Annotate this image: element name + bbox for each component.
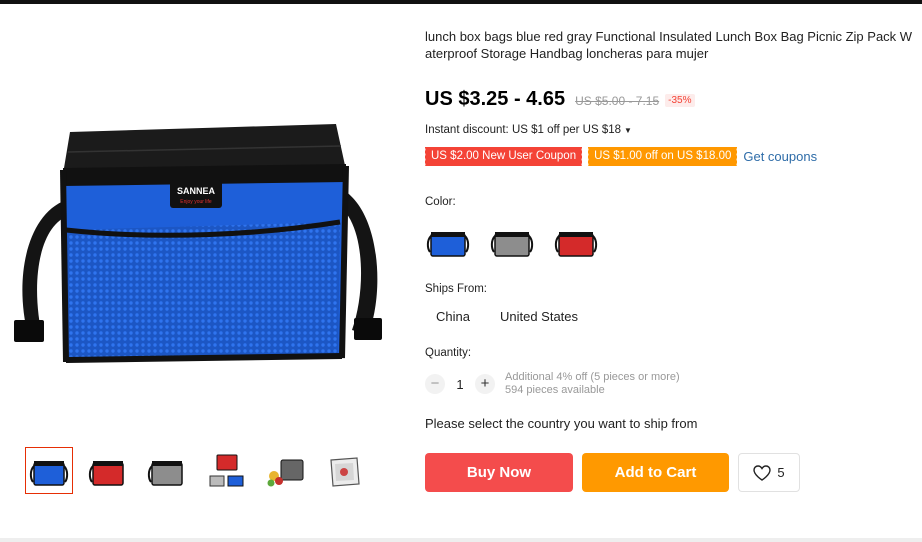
brand-tag-text: SANNEA (177, 186, 216, 196)
thumbnail-bag-set[interactable] (202, 447, 250, 494)
coupon-row: US $2.00 New User Coupon US $1.00 off on… (423, 147, 817, 166)
heart-icon (753, 464, 772, 481)
quantity-stepper: − 1 + Additional 4% off (5 pieces or mor… (425, 371, 680, 397)
instant-discount[interactable]: Instant discount: US $1 off per US $18 ▼ (425, 124, 632, 136)
quantity-plus-button[interactable]: + (475, 374, 495, 394)
wishlist-count: 5 (777, 465, 785, 480)
new-user-coupon[interactable]: US $2.00 New User Coupon (423, 147, 583, 166)
ships-from-options: China United States (425, 303, 589, 330)
bottom-divider (0, 538, 922, 542)
color-label: Color: (425, 196, 456, 208)
instant-discount-text: Instant discount: US $1 off per US $18 (425, 124, 622, 136)
store-coupon[interactable]: US $1.00 off on US $18.00 (587, 147, 738, 166)
chevron-down-icon: ▼ (624, 125, 632, 135)
main-product-image[interactable]: SANNEA Enjoy your life (8, 90, 388, 390)
top-border (0, 0, 922, 4)
buy-now-button[interactable]: Buy Now (425, 453, 573, 492)
quantity-value[interactable]: 1 (445, 377, 475, 392)
thumbnail-bag-with-food[interactable] (261, 447, 309, 494)
add-to-cart-button[interactable]: Add to Cart (582, 453, 729, 492)
wishlist-button[interactable]: 5 (738, 453, 800, 492)
quantity-label: Quantity: (425, 347, 472, 359)
current-price: US $3.25 - 4.65 (425, 88, 566, 110)
thumbnail-blue-bag[interactable] (25, 447, 73, 494)
thumbnail-clear-bag[interactable] (320, 447, 368, 494)
pieces-available: 594 pieces available (505, 384, 605, 396)
color-swatch-gray[interactable] (489, 222, 535, 264)
ship-country-notice: Please select the country you want to sh… (425, 416, 698, 431)
thumbnail-gray-bag[interactable] (143, 447, 191, 494)
action-buttons: Buy Now Add to Cart 5 (425, 453, 800, 492)
thumbnail-strip (25, 447, 368, 494)
quantity-minus-button[interactable]: − (425, 374, 445, 394)
thumbnail-red-bag[interactable] (84, 447, 132, 494)
ships-from-china[interactable]: China (425, 303, 481, 330)
bulk-discount-note: Additional 4% off (5 pieces or more) (505, 371, 680, 383)
color-swatch-blue[interactable] (425, 222, 471, 264)
color-swatch-red[interactable] (553, 222, 599, 264)
ships-from-united-states[interactable]: United States (489, 303, 589, 330)
product-title: lunch box bags blue red gray Functional … (425, 29, 913, 61)
price-row: US $3.25 - 4.65 US $5.00 - 7.15 -35% (425, 88, 695, 111)
color-swatches (425, 222, 599, 264)
discount-badge: -35% (665, 94, 695, 107)
ships-from-label: Ships From: (425, 283, 487, 295)
quantity-info: Additional 4% off (5 pieces or more) 594… (505, 371, 680, 397)
get-coupons-link[interactable]: Get coupons (743, 149, 817, 164)
original-price: US $5.00 - 7.15 (575, 94, 660, 108)
brand-slogan-text: Enjoy your life (180, 199, 212, 205)
